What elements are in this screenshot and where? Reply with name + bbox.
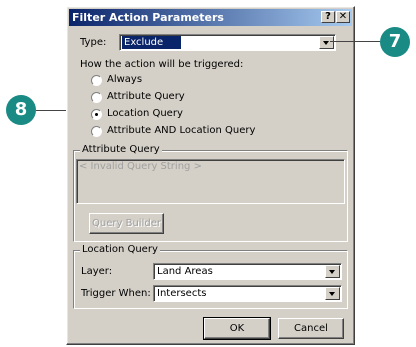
radio-button[interactable] bbox=[91, 109, 102, 120]
radio-label: Attribute AND Location Query bbox=[107, 125, 256, 136]
cancel-button[interactable]: Cancel bbox=[278, 318, 344, 339]
help-icon: ? bbox=[325, 11, 331, 22]
close-button[interactable]: ✕ bbox=[336, 11, 350, 23]
query-builder-label: Query Builder bbox=[92, 218, 161, 229]
step-8-callout: 8 bbox=[6, 95, 36, 125]
attribute-query-group: Attribute Query < Invalid Query String >… bbox=[73, 144, 348, 242]
type-dropdown[interactable]: Exclude bbox=[119, 34, 336, 51]
chevron-down-icon[interactable] bbox=[319, 36, 334, 49]
attribute-query-title: Attribute Query bbox=[80, 144, 162, 155]
radio-label: Attribute Query bbox=[107, 91, 185, 102]
layer-label: Layer: bbox=[81, 266, 113, 277]
step-7-callout: 7 bbox=[380, 27, 410, 57]
radio-button[interactable] bbox=[91, 75, 102, 86]
cancel-label: Cancel bbox=[294, 323, 328, 334]
title-bar: Filter Action Parameters ? ✕ bbox=[69, 9, 352, 26]
radio-label: Always bbox=[107, 74, 143, 85]
close-icon: ✕ bbox=[338, 11, 348, 22]
chevron-down-icon[interactable] bbox=[325, 265, 340, 278]
query-string-field[interactable]: < Invalid Query String > bbox=[76, 159, 345, 204]
layer-value: Land Areas bbox=[157, 266, 213, 277]
type-label: Type: bbox=[80, 37, 107, 48]
step-7-leader-line bbox=[330, 41, 380, 42]
step-7-number: 7 bbox=[388, 31, 402, 52]
query-builder-button[interactable]: Query Builder bbox=[89, 213, 164, 234]
layer-dropdown[interactable]: Land Areas bbox=[153, 263, 342, 280]
radio-label: Location Query bbox=[107, 108, 183, 119]
filter-action-dialog: Filter Action Parameters ? ✕ Type: Exclu… bbox=[66, 6, 355, 345]
radio-button[interactable] bbox=[91, 126, 102, 137]
chevron-down-icon[interactable] bbox=[325, 287, 340, 300]
dialog-title: Filter Action Parameters bbox=[72, 11, 224, 24]
trigger-heading: How the action will be triggered: bbox=[80, 59, 244, 70]
location-query-group: Location Query Layer: Land Areas Trigger… bbox=[73, 244, 348, 309]
help-button[interactable]: ? bbox=[321, 11, 335, 23]
query-string-text: < Invalid Query String > bbox=[79, 161, 202, 172]
ok-button[interactable]: OK bbox=[203, 317, 271, 340]
trigger-when-value: Intersects bbox=[157, 288, 207, 299]
location-query-title: Location Query bbox=[80, 244, 160, 255]
type-value: Exclude bbox=[122, 36, 182, 49]
trigger-when-dropdown[interactable]: Intersects bbox=[153, 285, 342, 302]
ok-label: OK bbox=[229, 323, 245, 334]
trigger-when-label: Trigger When: bbox=[81, 288, 151, 299]
radio-button[interactable] bbox=[91, 92, 102, 103]
step-8-number: 8 bbox=[14, 99, 28, 120]
